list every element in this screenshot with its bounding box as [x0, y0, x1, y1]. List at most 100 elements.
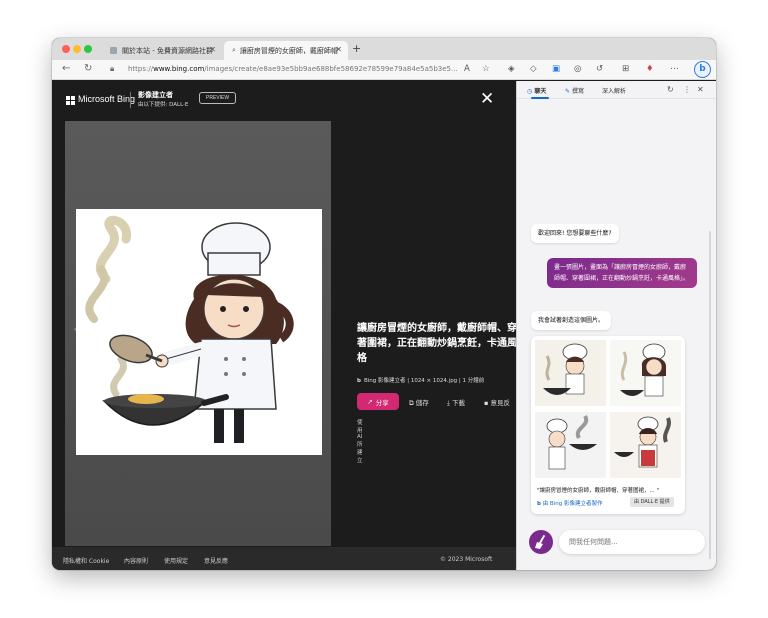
sync-icon[interactable]: ◎ — [574, 64, 581, 74]
chat-input[interactable]: 問我任何問題... — [559, 530, 705, 554]
site-favicon-icon — [110, 47, 117, 54]
extension-icon[interactable]: ▣ — [552, 64, 560, 74]
close-icon[interactable]: ✕ — [697, 85, 704, 94]
share-button[interactable]: ↗ 分享 — [357, 393, 399, 410]
card-caption: "讓廚房冒煙的女廚師，戴廚師帽、穿著圍裙，... " — [537, 488, 660, 494]
tab-insights[interactable]: 深入解析 — [602, 86, 626, 95]
favorite-star-icon[interactable]: ☆ — [482, 64, 490, 74]
image-panel: ‹ › — [65, 121, 331, 546]
url-field[interactable]: https://www.bing.com/images/create/e8ae9… — [128, 65, 458, 73]
more-options-icon[interactable]: ⋮ — [683, 85, 691, 94]
close-viewer-button[interactable]: ✕ — [480, 89, 494, 109]
tab-compose-label: 撰寫 — [571, 88, 584, 95]
user-message: 畫一張圖片，畫面為「讓廚房冒煙的女廚師，戴廚師帽、穿著圍裙，正在翻動炒鍋烹飪，卡… — [547, 258, 697, 288]
chef-thumbnail-2 — [610, 340, 681, 406]
tab-bing-create[interactable]: ⌕ 讓廚房冒煙的女廚師，戴廚師帽 ✕ — [224, 41, 348, 60]
save-icon: ⧉ — [409, 399, 414, 407]
thumbnail-3[interactable] — [535, 412, 606, 478]
close-icon[interactable]: ✕ — [209, 45, 216, 54]
reload-icon[interactable]: ↻ — [84, 63, 92, 74]
viewer-header: Microsoft Bing 影像建立者 由以下提供: DALL·E PREVI… — [52, 81, 516, 118]
share-icon: ↗ — [367, 397, 373, 406]
generated-images-card[interactable]: "讓廚房冒煙的女廚師，戴廚師帽、穿著圍裙，... " b 由 Bing 影像建立… — [531, 336, 685, 514]
bing-icon: b — [537, 501, 541, 507]
image-meta: b Bing 影像建立者 | 1024 × 1024.jpg | 1 分鐘前 — [357, 376, 484, 384]
image-viewer: Microsoft Bing 影像建立者 由以下提供: DALL·E PREVI… — [52, 81, 517, 570]
made-with-ai-note: 使用 AI 所建立 — [357, 420, 363, 464]
tab-label: 關於本站 - 免費資源網路社群 — [122, 46, 213, 55]
chef-thumbnail-4 — [610, 412, 681, 478]
creator-subtitle: 由以下提供: DALL·E — [138, 102, 189, 108]
generated-chef-image[interactable] — [76, 209, 322, 455]
minimize-window-button[interactable] — [73, 45, 81, 53]
microsoft-logo-icon — [66, 96, 75, 105]
card-credit-label: 由 Bing 影像建立者製作 — [542, 501, 603, 507]
bing-chat-icon[interactable]: b — [694, 61, 711, 78]
image-creator-link[interactable]: b 由 Bing 影像建立者製作 — [537, 499, 602, 507]
tab-about-site[interactable]: 關於本站 - 免費資源網路社群 ✕ — [102, 41, 222, 60]
download-button[interactable]: ⤓ 下載 — [447, 397, 465, 408]
save-label: 儲存 — [415, 399, 429, 407]
divider — [130, 92, 131, 108]
thumbnail-4[interactable] — [610, 412, 681, 478]
collections-icon[interactable]: ⊞ — [622, 64, 629, 74]
thumbnail-1[interactable] — [535, 340, 606, 406]
refresh-extension-icon[interactable]: ↺ — [596, 64, 603, 74]
feedback-label: 意見反 — [490, 399, 510, 407]
chat-scrollbar[interactable] — [709, 231, 711, 559]
bot-reply-message: 我會試著創造這個圖片。 — [531, 311, 612, 330]
close-icon[interactable]: ✕ — [335, 45, 342, 54]
chat-icon: ◷ — [527, 88, 533, 95]
refresh-icon[interactable]: ↻ — [667, 85, 674, 94]
back-arrow-icon[interactable]: ← — [62, 63, 70, 74]
footer-content-policy-link[interactable]: 內容原則 — [124, 556, 148, 565]
bing-icon: b — [357, 378, 361, 384]
image-title: 讓廚房冒煙的女廚師，戴廚師帽、穿著圍裙，正在翻動炒鍋烹飪，卡通風格 — [357, 323, 517, 364]
more-menu-icon[interactable]: ⋯ — [670, 64, 679, 74]
dalle-badge: 由 DALL·E 提供 — [630, 497, 674, 507]
active-tab-indicator — [531, 97, 549, 99]
download-label: 下載 — [451, 399, 465, 407]
search-icon: ⌕ — [232, 46, 236, 54]
shield-icon[interactable]: ◇ — [530, 64, 537, 74]
address-toolbar: ← ↻ 🔒︎ https://www.bing.com/images/creat… — [52, 60, 716, 80]
new-topic-button[interactable] — [529, 530, 553, 554]
bing-chat-sidebar: ◷ 聊天 ✎ 撰寫 深入解析 ↻ ⋮ ✕ 歡迎回來! 您想要聊些什麼? 畫一張圖… — [516, 81, 716, 570]
save-button[interactable]: ⧉ 儲存 — [409, 397, 429, 408]
tab-insights-label: 深入解析 — [602, 88, 627, 95]
close-window-button[interactable] — [62, 45, 70, 53]
viewer-footer: 隱私權和 Cookie 內容原則 使用規定 意見反應 © 2023 Micros… — [52, 547, 516, 570]
broom-icon — [535, 535, 545, 549]
pin-icon[interactable]: ♦ — [646, 64, 654, 74]
download-icon: ⤓ — [447, 399, 450, 407]
thumbnail-2[interactable] — [610, 340, 681, 406]
footer-copyright: © 2023 Microsoft — [440, 556, 493, 563]
tab-label: 讓廚房冒煙的女廚師，戴廚師帽 — [239, 46, 338, 55]
url-path: /images/create/e8ae93e5bb9ae688bfe58692e… — [204, 65, 458, 73]
feedback-button[interactable]: ▪ 意見反 — [484, 397, 510, 407]
tab-chat[interactable]: ◷ 聊天 — [527, 86, 546, 95]
tab-compose[interactable]: ✎ 撰寫 — [565, 86, 584, 95]
url-scheme: https:// — [128, 65, 154, 73]
preview-badge: PREVIEW — [199, 92, 237, 104]
footer-feedback-link[interactable]: 意見反應 — [204, 556, 228, 565]
browser-window: 關於本站 - 免費資源網路社群 ✕ ⌕ 讓廚房冒煙的女廚師，戴廚師帽 ✕ + ←… — [52, 38, 716, 570]
read-aloud-icon[interactable]: A — [464, 64, 470, 74]
comment-icon: ▪ — [484, 399, 489, 407]
brand-name[interactable]: Microsoft Bing — [78, 94, 135, 104]
image-meta-text: Bing 影像建立者 | 1024 × 1024.jpg | 1 分鐘前 — [363, 378, 485, 384]
url-domain: www.bing.com — [153, 65, 205, 73]
chat-tabs: ◷ 聊天 ✎ 撰寫 深入解析 ↻ ⋮ ✕ — [517, 81, 716, 99]
chef-thumbnail-1 — [535, 340, 606, 406]
chef-thumbnail-3 — [535, 412, 606, 478]
chef-illustration — [85, 215, 294, 443]
new-tab-button[interactable]: + — [352, 42, 361, 55]
tab-chat-label: 聊天 — [534, 88, 547, 95]
maximize-window-button[interactable] — [84, 45, 92, 53]
creator-title[interactable]: 影像建立者 — [138, 90, 173, 100]
layers-icon[interactable]: ◈ — [508, 64, 515, 74]
footer-terms-link[interactable]: 使用規定 — [164, 556, 188, 565]
share-label: 分享 — [375, 398, 389, 407]
footer-privacy-link[interactable]: 隱私權和 Cookie — [63, 556, 109, 565]
lock-icon[interactable]: 🔒︎ — [110, 64, 114, 74]
